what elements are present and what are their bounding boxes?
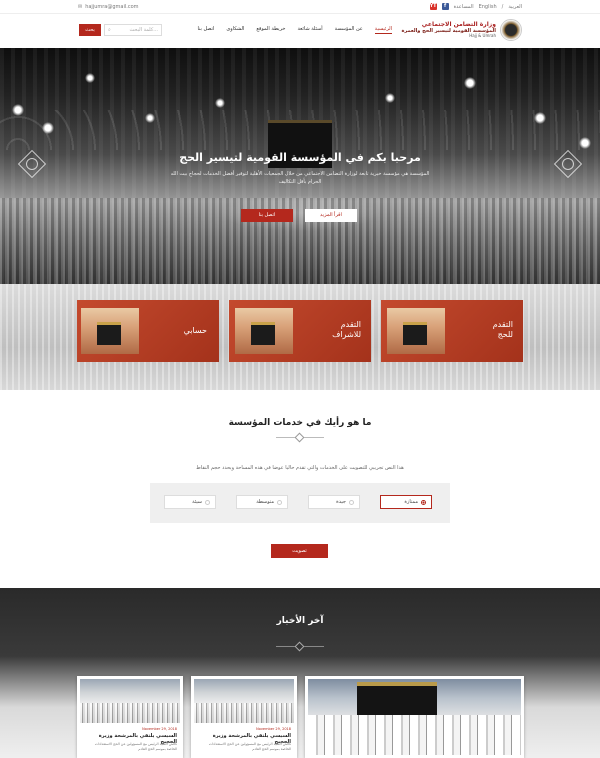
section-divider xyxy=(276,641,324,652)
news-section: آخر الأخبار November 29, 2018 السيسي يلت… xyxy=(0,588,600,758)
nav-complaints[interactable]: الشكاوى xyxy=(226,26,244,34)
survey-question: هذا النص تجريبي للتصويت على الخدمات والت… xyxy=(196,465,404,471)
apply-hajj-card[interactable]: التقدم للحج xyxy=(381,300,523,362)
apply-supervision-card[interactable]: التقدم للاشراف xyxy=(229,300,371,362)
lang-arabic-link[interactable]: العربية xyxy=(508,4,522,10)
survey-options: ممتازة جيدة متوسطة سيئة xyxy=(150,483,450,523)
logo-line-1: وزارة التضامن الاجتماعي xyxy=(421,21,496,28)
card-label-line2: للحج xyxy=(497,329,513,339)
hero-title: مرحبا بكم في المؤسسة القومية لتيسير الحج xyxy=(179,151,421,164)
contact-us-button[interactable]: اتصل بنا xyxy=(241,209,293,222)
email-text: hajjumra@gmail.com xyxy=(85,4,139,10)
search-placeholder: كلمة البحث... xyxy=(129,27,158,33)
option-excellent[interactable]: ممتازة xyxy=(380,495,432,509)
news-date: November 29, 2018 xyxy=(256,727,291,731)
facebook-icon[interactable]: f xyxy=(441,3,449,10)
kaaba-image xyxy=(81,308,139,354)
youtube-icon[interactable]: YT xyxy=(429,3,437,10)
nav-contact[interactable]: اتصل بنا xyxy=(197,26,214,34)
card-label-line1: التقدم xyxy=(492,320,513,329)
main-nav: الرئيسية عن المؤسسة أسئلة شائعة خريطة ال… xyxy=(197,26,392,34)
nav-about[interactable]: عن المؤسسة xyxy=(335,26,363,34)
mail-icon: ✉ xyxy=(78,4,83,10)
search-button[interactable]: بحث xyxy=(79,24,101,36)
card-label-line2: للاشراف xyxy=(332,329,361,339)
top-bar-links: YT f المساعدة English / العربية xyxy=(429,3,522,10)
featured-news-card[interactable] xyxy=(305,676,524,758)
option-average[interactable]: متوسطة xyxy=(236,495,288,509)
diamond-icon xyxy=(294,641,305,652)
survey-title: ما هو رأيك في خدمات المؤسسة xyxy=(228,418,372,428)
card-label-line1: التقدم xyxy=(340,320,361,329)
survey-section: ما هو رأيك في خدمات المؤسسة هذا النص تجر… xyxy=(0,390,600,588)
kaaba-image xyxy=(387,308,445,354)
section-divider xyxy=(276,432,324,443)
search-icon: ⌕ xyxy=(108,27,111,33)
option-good[interactable]: جيدة xyxy=(308,495,360,509)
radio-icon[interactable] xyxy=(277,499,282,505)
search-input[interactable]: ⌕ كلمة البحث... xyxy=(104,24,162,36)
news-card[interactable]: November 29, 2018 السيسي يلتقي بالمرشحة … xyxy=(191,676,297,758)
kaaba-logo-icon xyxy=(500,19,522,41)
news-image xyxy=(194,679,294,723)
features-strip: التقدم للحج التقدم للاشراف حسابي xyxy=(0,284,600,390)
nav-faq[interactable]: أسئلة شائعة xyxy=(297,26,322,34)
news-card[interactable]: November 29, 2018 السيسي يلتقي بالمرشحة … xyxy=(77,676,183,758)
help-link[interactable]: المساعدة xyxy=(454,4,474,10)
radio-icon[interactable] xyxy=(421,499,426,505)
news-date: November 29, 2018 xyxy=(142,727,177,731)
news-title: آخر الأخبار xyxy=(276,616,324,626)
lang-english-link[interactable]: English xyxy=(479,4,497,10)
news-excerpt: ناقش السيد الرئيس مع المسؤولين عن الحج ا… xyxy=(208,742,291,751)
nav-home[interactable]: الرئيسية xyxy=(374,26,392,34)
diamond-icon xyxy=(294,432,305,443)
top-bar: ✉ hajjumra@gmail.com YT f المساعدة Engli… xyxy=(0,0,600,14)
news-image xyxy=(80,679,180,723)
option-bad[interactable]: سيئة xyxy=(164,495,216,509)
read-more-button[interactable]: اقرأ المزيد xyxy=(305,209,357,222)
card-label-line1: حسابي xyxy=(183,326,207,335)
my-account-card[interactable]: حسابي xyxy=(77,300,219,362)
vote-button[interactable]: تصويت xyxy=(271,544,328,558)
hero-description: المؤسسة هي مؤسسة خيرية تابعة لوزارة التض… xyxy=(170,171,430,185)
pilgrim-image xyxy=(235,308,293,354)
radio-icon[interactable] xyxy=(205,499,210,505)
site-logo[interactable]: وزارة التضامن الاجتماعي المؤسسة القومية … xyxy=(401,19,522,41)
hero-banner: مرحبا بكم في المؤسسة القومية لتيسير الحج… xyxy=(0,48,600,284)
contact-email[interactable]: ✉ hajjumra@gmail.com xyxy=(78,4,139,10)
site-header: وزارة التضامن الاجتماعي المؤسسة القومية … xyxy=(0,14,600,48)
radio-icon[interactable] xyxy=(349,499,354,505)
logo-line-3: Hajj & Umrah xyxy=(469,33,496,39)
nav-sitemap[interactable]: خريطة الموقع xyxy=(256,26,285,34)
news-excerpt: ناقش السيد الرئيس مع المسؤولين عن الحج ا… xyxy=(94,742,177,751)
